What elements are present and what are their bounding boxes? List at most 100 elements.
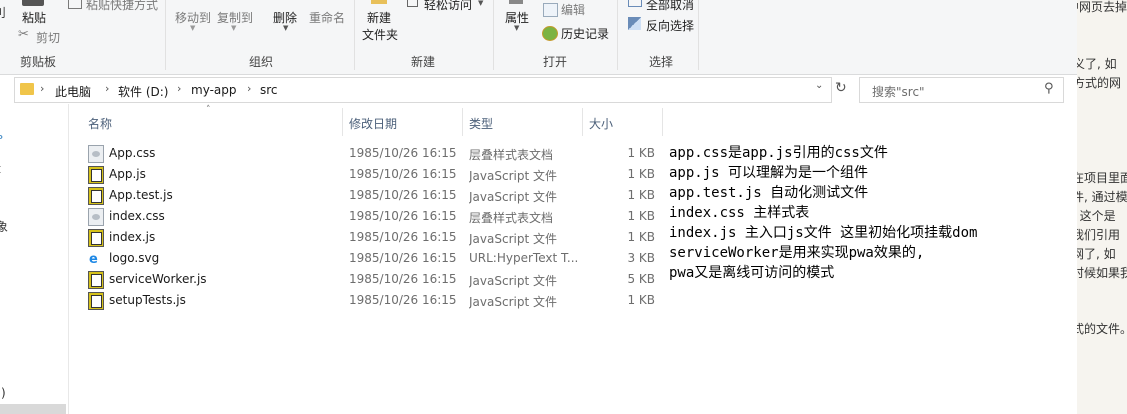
search-icon[interactable]: ⚲ (1044, 81, 1054, 96)
file-type: JavaScript 文件 (469, 232, 557, 246)
scissors-icon: ✂ (18, 27, 29, 42)
file-row[interactable]: App.test.js 1985/10/26 16:15 JavaScript 文件… (86, 185, 661, 206)
paste-shortcut-button[interactable]: 粘贴快捷方式 (86, 0, 158, 13)
dropdown-arrow-icon: ▼ (283, 24, 289, 32)
group-label-clipboard: 剪贴板 (20, 55, 57, 69)
file-row[interactable]: index.css 1985/10/26 16:15 层叠样式表文档 1 KB (86, 206, 661, 227)
file-size: 3 KB (627, 251, 655, 265)
file-name: App.test.js (109, 188, 173, 202)
file-size: 1 KB (627, 167, 655, 181)
rename-button[interactable]: 重命名 (309, 9, 345, 26)
nav-item[interactable]: 刂 (0, 4, 6, 21)
history-button[interactable]: 历史记录 (561, 25, 609, 42)
file-type: JavaScript 文件 (469, 169, 557, 183)
chevron-right-icon[interactable]: › (247, 82, 251, 95)
doc-line: 式的文件。 (1077, 322, 1127, 336)
properties-icon (509, 0, 523, 4)
js-file-icon (88, 271, 104, 289)
file-size: 1 KB (627, 209, 655, 223)
column-header-type[interactable]: 类型 (469, 115, 493, 132)
column-divider[interactable] (342, 108, 343, 136)
breadcrumb-src[interactable]: src (260, 83, 278, 97)
column-header-date[interactable]: 修改日期 (349, 115, 397, 132)
file-row[interactable]: e logo.svg 1985/10/26 16:15 URL:HyperText T… (86, 248, 661, 269)
column-divider[interactable] (662, 108, 663, 136)
ribbon-separator (493, 0, 494, 70)
dropdown-arrow-icon: ▼ (190, 24, 196, 32)
breadcrumb-drive-d[interactable]: 软件 (D:) (118, 83, 168, 100)
select-none-button[interactable]: 全部取消 (646, 0, 694, 13)
doc-line: 在项目里面 (1077, 171, 1127, 185)
file-row[interactable]: serviceWorker.js 1985/10/26 16:15 JavaScri… (86, 269, 661, 290)
nav-item[interactable]: 象 (0, 218, 8, 235)
note-line: index.js 主入口js文件 这里初始化项挂载dom (669, 225, 978, 241)
paste-icon (22, 0, 44, 6)
file-type: URL:HyperText T... (469, 251, 579, 265)
select-none-icon (628, 0, 642, 7)
file-name: serviceWorker.js (109, 272, 207, 286)
file-date: 1985/10/26 16:15 (349, 188, 457, 202)
column-header-size[interactable]: 大小 (589, 115, 613, 132)
file-size: 1 KB (627, 146, 655, 160)
folder-icon (20, 83, 34, 95)
chevron-right-icon[interactable]: › (105, 82, 109, 95)
easy-access-icon (407, 0, 418, 7)
breadcrumb-this-pc[interactable]: 此电脑 (55, 83, 91, 100)
file-row[interactable]: setupTests.js 1985/10/26 16:15 JavaScript … (86, 290, 661, 311)
invert-selection-button[interactable]: 反向选择 (646, 17, 694, 34)
ribbon-separator (698, 0, 699, 70)
file-size: 1 KB (627, 188, 655, 202)
js-file-icon (88, 229, 104, 247)
chevron-right-icon[interactable]: › (40, 82, 44, 95)
new-folder-button-line1[interactable]: 新建 (367, 9, 391, 26)
doc-line: , 这个是 (1077, 209, 1116, 223)
ribbon-separator (165, 0, 166, 70)
edit-button[interactable]: 编辑 (561, 1, 585, 18)
file-row[interactable]: App.css 1985/10/26 16:15 层叠样式表文档 1 KB (86, 143, 661, 164)
chevron-down-icon[interactable]: ⌄ (815, 80, 823, 91)
file-date: 1985/10/26 16:15 (349, 230, 457, 244)
paste-shortcut-icon (68, 0, 82, 9)
file-row[interactable]: index.js 1985/10/26 16:15 JavaScript 文件 1 K… (86, 227, 661, 248)
nav-item[interactable]: ь (0, 128, 3, 142)
file-date: 1985/10/26 16:15 (349, 251, 457, 265)
nav-item[interactable]: t (0, 162, 1, 176)
navigation-pane: 刂 ь t 象 :) (0, 6, 69, 414)
file-type: JavaScript 文件 (469, 190, 557, 204)
edit-icon (543, 3, 558, 17)
file-type: 层叠样式表文档 (469, 148, 554, 162)
column-header-name[interactable]: 名称 (88, 115, 112, 132)
css-file-icon (88, 208, 104, 226)
column-divider[interactable] (462, 108, 463, 136)
file-size: 1 KB (627, 230, 655, 244)
column-divider[interactable] (582, 108, 583, 136)
search-box[interactable]: 搜索"src" ⚲ (859, 77, 1064, 103)
refresh-icon[interactable]: ↻ (835, 80, 847, 96)
new-folder-button-line2[interactable]: 文件夹 (362, 26, 398, 43)
nav-item[interactable]: :) (0, 386, 6, 400)
file-date: 1985/10/26 16:15 (349, 272, 457, 286)
file-type: 层叠样式表文档 (469, 211, 554, 225)
search-input[interactable]: 搜索"src" (872, 83, 925, 100)
nav-item-selected[interactable] (0, 404, 66, 414)
file-type: JavaScript 文件 (469, 274, 557, 288)
address-bar[interactable]: › 此电脑 › 软件 (D:) › my-app › src ⌄ (14, 77, 832, 103)
dropdown-arrow-icon: ▼ (478, 0, 484, 7)
ribbon-separator (617, 0, 618, 70)
easy-access-button[interactable]: 轻松访问 (424, 0, 472, 13)
cut-button[interactable]: 剪切 (36, 29, 60, 46)
group-label-new: 新建 (411, 55, 436, 69)
file-name: setupTests.js (109, 293, 186, 307)
paste-button[interactable]: 粘贴 (22, 9, 46, 26)
chevron-right-icon[interactable]: › (177, 82, 181, 95)
doc-line: 中网页去掉 (1077, 0, 1127, 14)
file-date: 1985/10/26 16:15 (349, 209, 457, 223)
doc-line: 义了, 如 (1077, 57, 1117, 71)
breadcrumb-my-app[interactable]: my-app (191, 83, 237, 97)
file-date: 1985/10/26 16:15 (349, 293, 457, 307)
js-file-icon (88, 187, 104, 205)
file-name: App.js (109, 167, 146, 181)
file-row[interactable]: App.js 1985/10/26 16:15 JavaScript 文件 1 KB (86, 164, 661, 185)
note-line: index.css 主样式表 (669, 205, 810, 221)
new-folder-icon (371, 0, 387, 4)
